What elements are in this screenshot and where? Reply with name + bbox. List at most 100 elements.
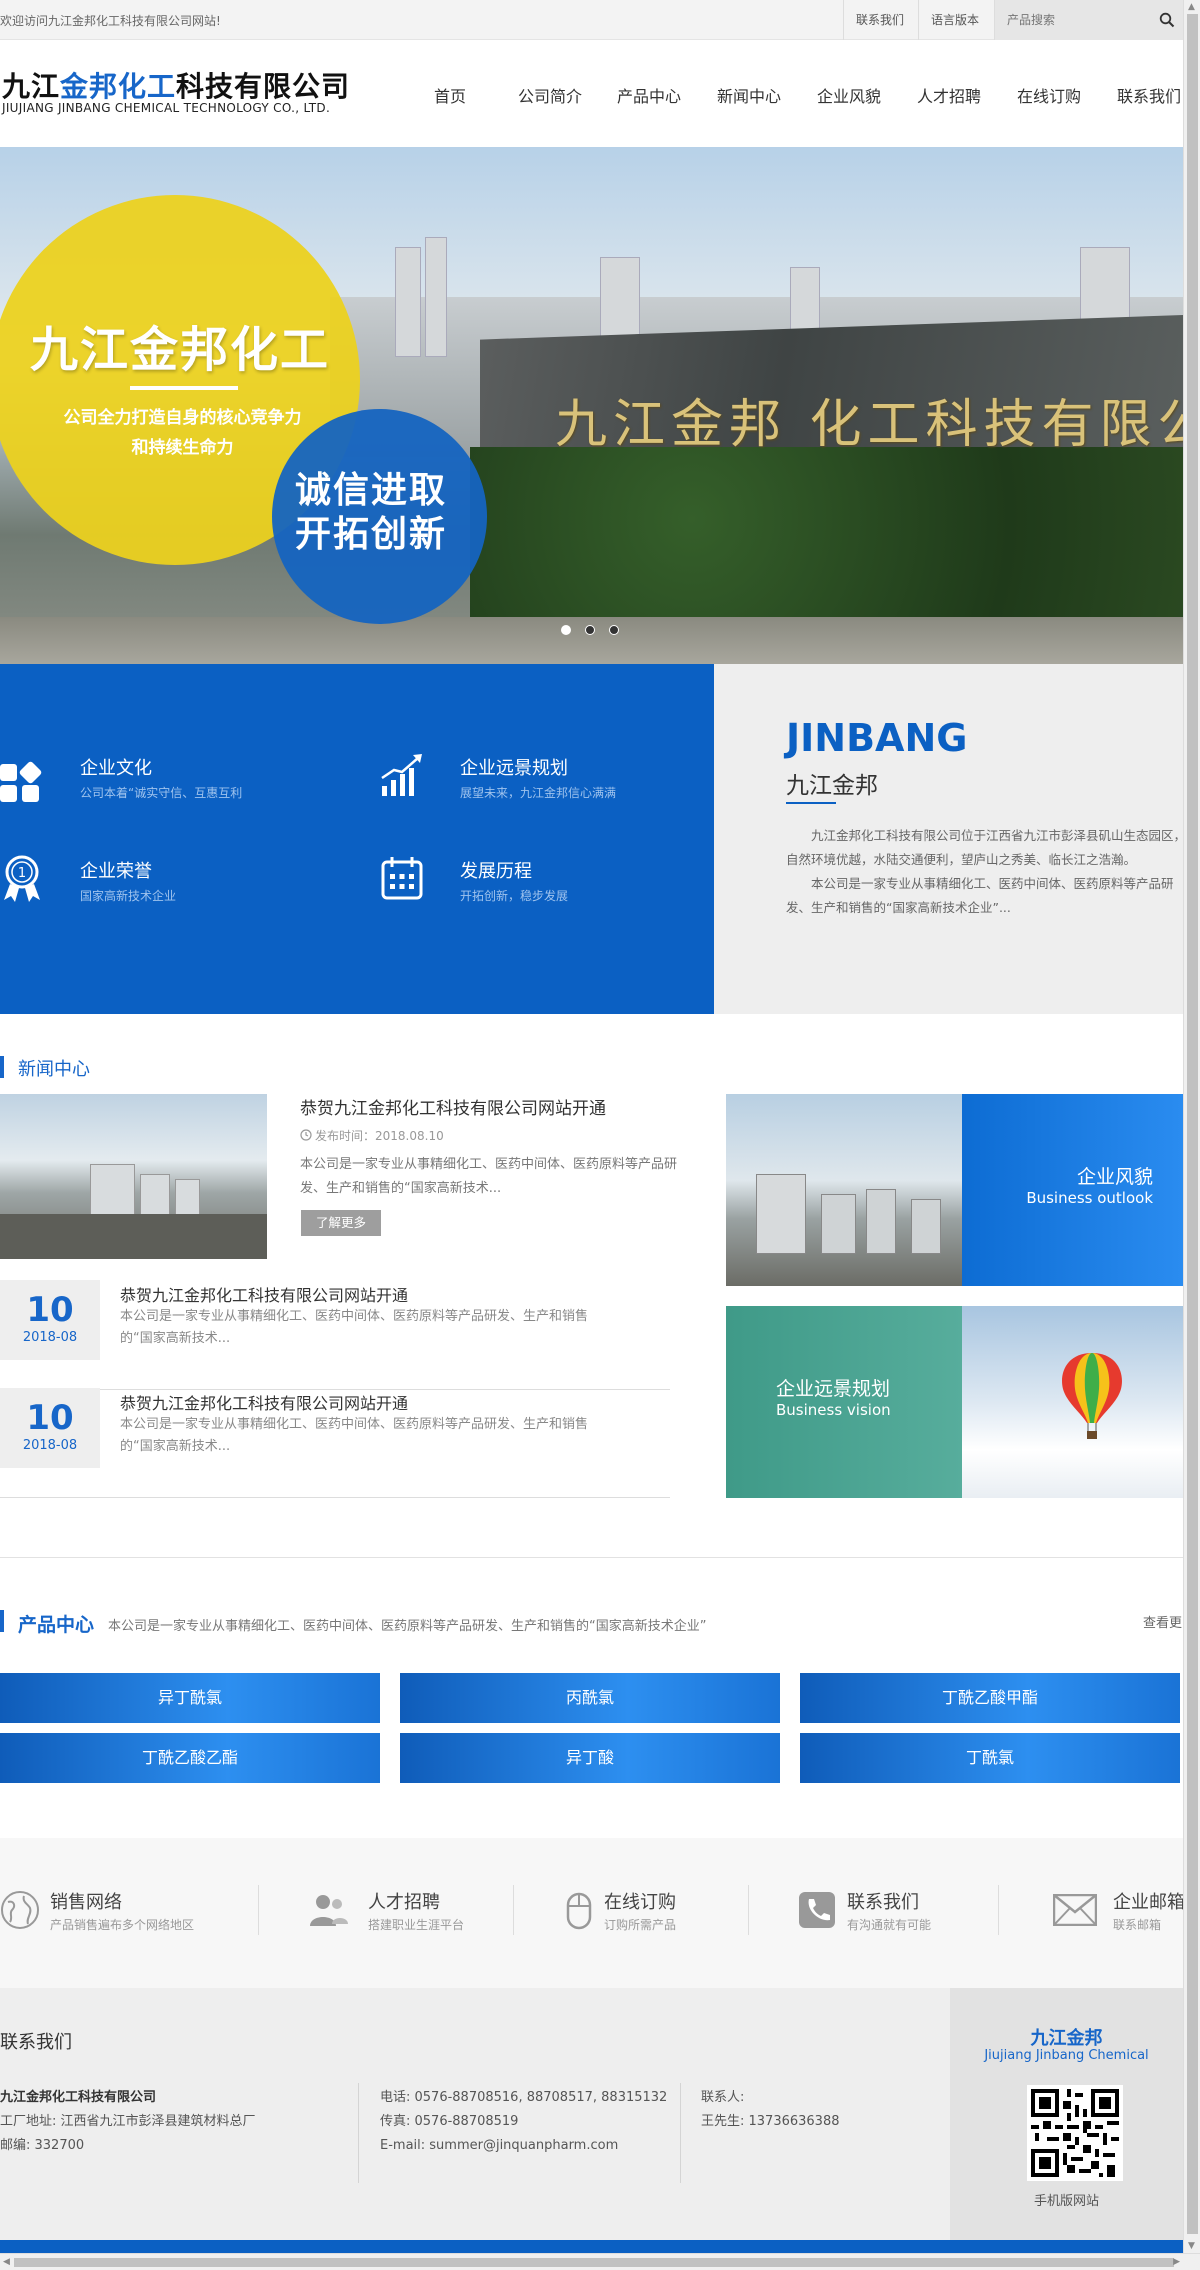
footer-contact-col: 联系人: 王先生: 13736636388: [701, 2086, 840, 2134]
footer-address: 工厂地址: 江西省九江市彭泽县建筑材料总厂: [0, 2114, 256, 2129]
carousel-dot-1[interactable]: [561, 625, 571, 635]
tank: [821, 1194, 856, 1254]
tank: [866, 1189, 896, 1254]
product-button[interactable]: 丁酰氯: [800, 1733, 1180, 1783]
culture-title: 企业文化: [80, 758, 152, 779]
scroll-down-arrow-icon[interactable]: ▼: [1188, 2239, 1195, 2253]
product-button[interactable]: 异丁酰氯: [0, 1673, 380, 1723]
news-photo[interactable]: [0, 1094, 267, 1259]
footer-email[interactable]: E-mail: summer@jinquanpharm.com: [380, 2134, 667, 2158]
footer-contact-person: 王先生: 13736636388: [701, 2114, 840, 2129]
search-input[interactable]: [995, 0, 1145, 40]
footer-company-col: 九江金邦化工科技有限公司 工厂地址: 江西省九江市彭泽县建筑材料总厂 邮编: 3…: [0, 2086, 256, 2158]
nav-order[interactable]: 在线订购: [1017, 83, 1081, 107]
horizontal-scroll-thumb[interactable]: [14, 2258, 1174, 2267]
learn-more-button[interactable]: 了解更多: [301, 1210, 381, 1236]
honor-item[interactable]: 企业荣誉国家高新技术企业: [80, 857, 176, 904]
outlook-title: 企业风貌: [1076, 1166, 1153, 1188]
news-day: 10: [26, 1290, 74, 1330]
tank: [911, 1199, 941, 1254]
vertical-scroll-thumb[interactable]: [1187, 14, 1198, 2234]
scroll-left-arrow-icon[interactable]: ◀: [3, 2255, 10, 2269]
mail-icon: [1053, 1894, 1097, 1926]
nav-products[interactable]: 产品中心: [617, 83, 681, 107]
service-title: 人才招聘: [368, 1892, 440, 1913]
news-list-item[interactable]: 10 2018-08 恭贺九江金邦化工科技有限公司网站开通 本公司是一家专业从事精…: [0, 1388, 670, 1498]
products-title[interactable]: 产品中心: [18, 1610, 94, 1637]
news-item-desc: 本公司是一家专业从事精细化工、医药中间体、医药原料等产品研发、生产和销售的“国家…: [120, 1309, 589, 1346]
hero-banner: 九江金邦 化工科技有限公 九江金邦化工 公司全力打造自身的核心竞争力 和持续生命力…: [0, 147, 1183, 664]
carousel-dot-2[interactable]: [585, 625, 595, 635]
vertical-scrollbar[interactable]: ▲ ▼: [1183, 0, 1200, 2253]
contact-link[interactable]: 联系我们: [843, 0, 916, 40]
news-item-desc: 本公司是一家专业从事精细化工、医药中间体、医药原料等产品研发、生产和销售的“国家…: [120, 1417, 589, 1454]
search-icon[interactable]: [1159, 12, 1175, 28]
history-item[interactable]: 发展历程 开拓创新，稳步发展: [460, 857, 568, 904]
feature-card-outlook[interactable]: 企业风貌 Business outlook: [726, 1094, 1183, 1286]
about-paragraph: 本公司是一家专业从事精细化工、医药中间体、医药原料等产品研发、生产和销售的“国家…: [786, 876, 1174, 915]
qr-code[interactable]: [1027, 2085, 1123, 2181]
news-description: 本公司是一家专业从事精细化工、医药中间体、医药原料等产品研发、生产和销售的“国家…: [300, 1157, 678, 1196]
service-title: 联系我们: [847, 1892, 919, 1913]
nav-about[interactable]: 公司简介: [518, 83, 582, 107]
factory-tower: [395, 247, 421, 357]
news-item-title[interactable]: 恭贺九江金邦化工科技有限公司网站开通: [120, 1282, 408, 1306]
news-item-title[interactable]: 恭贺九江金邦化工科技有限公司网站开通: [120, 1390, 408, 1414]
nav-jobs[interactable]: 人才招聘: [917, 83, 981, 107]
vision-item[interactable]: 企业远景规划展望未来，九江金邦信心满满: [460, 754, 616, 801]
divider: [358, 2083, 359, 2183]
people-icon: [310, 1895, 348, 1926]
hot-air-balloon-icon: [1062, 1353, 1122, 1439]
calendar-icon: [381, 857, 423, 900]
product-button[interactable]: 丁酰乙酸乙酯: [0, 1733, 380, 1783]
feature-card-vision[interactable]: 企业远景规划 Business vision: [726, 1306, 1183, 1498]
product-button[interactable]: 丙酰氯: [400, 1673, 780, 1723]
outlook-panel: 企业风貌 Business outlook: [962, 1094, 1183, 1286]
culture-section: 企业文化 公司本着“诚实守信、互惠互利 企业远景规划展望未来，九江金邦信心满满 1…: [0, 664, 714, 1014]
wall-sign-text: 九江金邦 化工科技有限公: [555, 395, 1183, 455]
news-section-title[interactable]: 新闻中心: [18, 1055, 90, 1081]
nav-contact[interactable]: 联系我们: [1117, 83, 1181, 107]
divider: [513, 1885, 514, 1935]
nav-news[interactable]: 新闻中心: [717, 83, 781, 107]
honor-subtitle: 国家高新技术企业: [80, 889, 177, 903]
service-subtitle: 搭建职业生涯平台: [368, 1918, 465, 1932]
svg-text:1: 1: [18, 866, 26, 881]
product-button[interactable]: 异丁酸: [400, 1733, 780, 1783]
growth-chart-icon: [381, 754, 422, 796]
news-date: 发布时间：2018.08.10: [300, 1127, 444, 1144]
product-button[interactable]: 丁酰乙酸甲酯: [800, 1673, 1180, 1723]
footer-tel: 电话: 0576-88708516, 88708517, 88315132: [380, 2090, 668, 2105]
site-header: 九江金邦化工科技有限公司 JIUJIANG JINBANG CHEMICAL T…: [0, 41, 1183, 147]
service-subtitle: 联系邮箱: [1113, 1918, 1162, 1932]
scroll-right-arrow-icon[interactable]: ▶: [1173, 2255, 1180, 2269]
tank: [756, 1174, 806, 1254]
banner-subtitle-line2: 和持续生命力: [131, 438, 234, 458]
culture-item[interactable]: 企业文化 公司本着“诚实守信、互惠互利: [80, 754, 242, 801]
service-subtitle: 订购所需产品: [604, 1918, 677, 1932]
news-list-item[interactable]: 10 2018-08 恭贺九江金邦化工科技有限公司网站开通 本公司是一家专业从事精…: [0, 1280, 670, 1390]
vision-title: 企业远景规划: [460, 758, 568, 779]
horizontal-scrollbar[interactable]: ◀ ▶: [0, 2253, 1200, 2270]
nav-style[interactable]: 企业风貌: [817, 83, 881, 107]
carousel-dot-3[interactable]: [609, 625, 619, 635]
divider: [998, 1885, 999, 1935]
search-box: [994, 0, 1183, 40]
service-title: 销售网络: [50, 1892, 122, 1913]
banner-subtitle: 公司全力打造自身的核心竞争力 和持续生命力: [30, 403, 335, 463]
scroll-up-arrow-icon[interactable]: ▲: [1188, 0, 1195, 14]
nav-home[interactable]: 首页: [434, 83, 466, 107]
logo[interactable]: 九江金邦化工科技有限公司: [2, 65, 350, 105]
footer-bottom-bar: [0, 2240, 1183, 2254]
logo-part3: 科技有限公司: [176, 70, 351, 103]
vision-subtitle: 展望未来，九江金邦信心满满: [460, 786, 617, 800]
products-title-bar: [0, 1610, 4, 1632]
mouse-icon: [566, 1892, 592, 1930]
news-year-month: 2018-08: [22, 1330, 78, 1345]
honor-title: 企业荣誉: [80, 861, 152, 882]
language-link[interactable]: 语言版本: [918, 0, 991, 40]
history-subtitle: 开拓创新，稳步发展: [460, 889, 569, 903]
welcome-text: 欢迎访问九江金邦化工科技有限公司网站!: [0, 14, 221, 28]
news-headline[interactable]: 恭贺九江金邦化工科技有限公司网站开通: [300, 1094, 606, 1119]
vision-title: 企业远景规划: [776, 1378, 891, 1400]
